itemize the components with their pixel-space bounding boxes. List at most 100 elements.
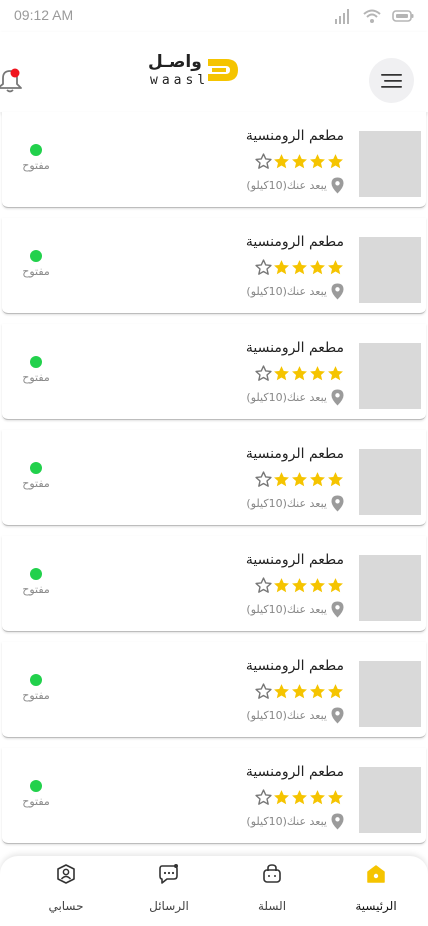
- restaurant-distance: يبعد عنك(10كيلو): [246, 813, 344, 830]
- restaurant-distance: يبعد عنك(10كيلو): [246, 389, 344, 406]
- star-filled-icon: [292, 578, 307, 593]
- notification-dot: [10, 68, 20, 78]
- location-pin-icon: [331, 707, 344, 724]
- status-dot: [30, 356, 42, 368]
- bell-icon: [0, 68, 22, 93]
- status-icons: [334, 8, 414, 24]
- open-status: مفتوح: [16, 250, 56, 278]
- restaurant-distance: يبعد عنك(10كيلو): [246, 707, 344, 724]
- open-status: مفتوح: [16, 356, 56, 384]
- app-header: واصـل waasl: [0, 32, 428, 112]
- notification-button[interactable]: [0, 68, 22, 93]
- restaurant-card[interactable]: مطعم الرومنسية يبعد عنك(10كيلو) مفتوح: [2, 430, 426, 526]
- star-filled-icon: [292, 154, 307, 169]
- location-pin-icon: [331, 813, 344, 830]
- star-filled-icon: [328, 790, 343, 805]
- star-outline-icon: [255, 365, 272, 381]
- status-time: 09:12 AM: [14, 7, 74, 23]
- open-status: مفتوح: [16, 568, 56, 596]
- restaurant-image: [359, 449, 421, 515]
- distance-text: يبعد عنك(10كيلو): [246, 497, 327, 510]
- location-pin-icon: [331, 495, 344, 512]
- status-label: مفتوح: [22, 477, 50, 490]
- location-pin-icon: [331, 283, 344, 300]
- app-logo: واصـل waasl: [148, 52, 240, 90]
- hamburger-icon: [380, 73, 402, 88]
- location-pin-icon: [331, 601, 344, 618]
- star-filled-icon: [310, 366, 325, 381]
- status-label: مفتوح: [22, 371, 50, 384]
- rating-stars: [255, 789, 344, 806]
- status-dot: [30, 462, 42, 474]
- restaurant-card[interactable]: مطعم الرومنسية يبعد عنك(10كيلو) مفتوح: [2, 748, 426, 844]
- status-dot: [30, 250, 42, 262]
- star-outline-icon: [255, 471, 272, 487]
- rating-stars: [255, 365, 344, 382]
- location-pin-icon: [331, 177, 344, 194]
- distance-text: يبعد عنك(10كيلو): [246, 285, 327, 298]
- status-label: مفتوح: [22, 689, 50, 702]
- rating-stars: [255, 577, 344, 594]
- distance-text: يبعد عنك(10كيلو): [246, 603, 327, 616]
- distance-text: يبعد عنك(10كيلو): [246, 709, 327, 722]
- logo-mark-icon: [208, 59, 238, 81]
- restaurant-card[interactable]: مطعم الرومنسية يبعد عنك(10كيلو) مفتوح: [2, 536, 426, 632]
- star-filled-icon: [310, 790, 325, 805]
- star-filled-icon: [274, 684, 289, 699]
- star-filled-icon: [274, 154, 289, 169]
- status-bar: 09:12 AM: [0, 0, 428, 32]
- star-outline-icon: [255, 683, 272, 699]
- star-filled-icon: [328, 366, 343, 381]
- star-filled-icon: [274, 790, 289, 805]
- rating-stars: [255, 683, 344, 700]
- nav-account-label: حسابي: [48, 899, 84, 913]
- restaurant-image: [359, 131, 421, 197]
- restaurant-card[interactable]: مطعم الرومنسية يبعد عنك(10كيلو) مفتوح: [2, 642, 426, 738]
- restaurant-image: [359, 555, 421, 621]
- status-label: مفتوح: [22, 159, 50, 172]
- star-filled-icon: [328, 578, 343, 593]
- account-icon: [57, 864, 75, 884]
- star-outline-icon: [255, 789, 272, 805]
- star-outline-icon: [255, 577, 272, 593]
- star-filled-icon: [274, 578, 289, 593]
- distance-text: يبعد عنك(10كيلو): [246, 179, 327, 192]
- distance-text: يبعد عنك(10كيلو): [246, 815, 327, 828]
- nav-account[interactable]: حسابي: [26, 862, 106, 920]
- star-filled-icon: [310, 684, 325, 699]
- star-filled-icon: [292, 790, 307, 805]
- restaurant-image: [359, 237, 421, 303]
- star-filled-icon: [310, 472, 325, 487]
- star-filled-icon: [328, 154, 343, 169]
- restaurant-distance: يبعد عنك(10كيلو): [246, 495, 344, 512]
- nav-messages[interactable]: الرسائل: [129, 862, 209, 920]
- nav-basket[interactable]: السلة: [232, 862, 312, 920]
- nav-home[interactable]: الرئيسية: [336, 862, 416, 920]
- restaurant-name: مطعم الرومنسية: [245, 446, 344, 462]
- star-filled-icon: [274, 366, 289, 381]
- bottom-nav: الرئيسية السلة الرسائل حسابي: [0, 856, 428, 926]
- status-label: مفتوح: [22, 265, 50, 278]
- restaurant-distance: يبعد عنك(10كيلو): [246, 601, 344, 618]
- star-outline-icon: [255, 153, 272, 169]
- status-dot: [30, 568, 42, 580]
- restaurant-name: مطعم الرومنسية: [245, 764, 344, 780]
- restaurant-name: مطعم الرومنسية: [245, 128, 344, 144]
- restaurant-card[interactable]: مطعم الرومنسية يبعد عنك(10كيلو) مفتوح: [2, 218, 426, 314]
- star-filled-icon: [292, 472, 307, 487]
- star-filled-icon: [310, 154, 325, 169]
- restaurant-card[interactable]: مطعم الرومنسية يبعد عنك(10كيلو) مفتوح: [2, 112, 426, 208]
- restaurant-name: مطعم الرومنسية: [245, 340, 344, 356]
- star-filled-icon: [292, 260, 307, 275]
- status-label: مفتوح: [22, 583, 50, 596]
- open-status: مفتوح: [16, 780, 56, 808]
- status-dot: [30, 144, 42, 156]
- restaurant-card[interactable]: مطعم الرومنسية يبعد عنك(10كيلو) مفتوح: [2, 324, 426, 420]
- logo-latin-text: waasl: [150, 73, 210, 88]
- open-status: مفتوح: [16, 144, 56, 172]
- distance-text: يبعد عنك(10كيلو): [246, 391, 327, 404]
- logo-arabic-text: واصـل: [148, 52, 202, 72]
- status-dot: [30, 674, 42, 686]
- menu-button[interactable]: [369, 58, 414, 103]
- restaurant-name: مطعم الرومنسية: [245, 552, 344, 568]
